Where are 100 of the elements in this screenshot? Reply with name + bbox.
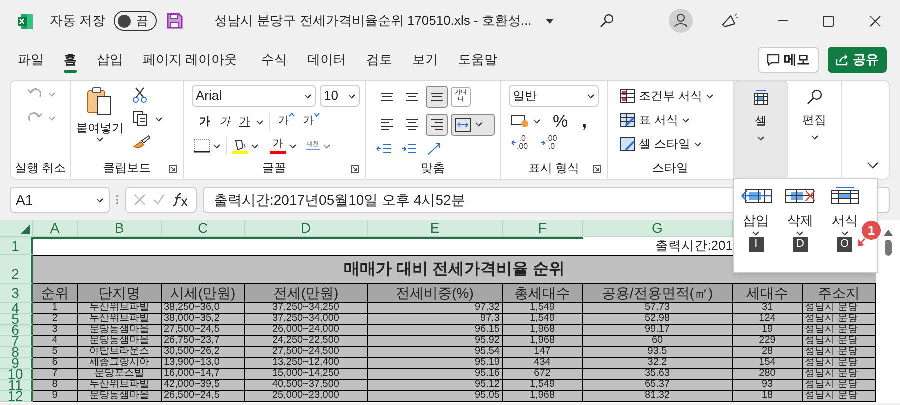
row-header[interactable]: 12 xyxy=(0,391,33,402)
decrease-indent-icon xyxy=(376,142,392,156)
menu-tab[interactable]: 데이터 xyxy=(298,45,357,75)
group-label: 실행 취소 xyxy=(14,160,66,177)
table-cell: 19 xyxy=(733,325,803,336)
menu-tab[interactable]: 수식 xyxy=(252,45,298,75)
menu-tab[interactable]: 도움말 xyxy=(448,45,508,75)
row-header[interactable]: 7 xyxy=(0,336,33,347)
grow-font-button[interactable]: 가 xyxy=(275,113,298,131)
table-cell: 4 xyxy=(33,336,78,347)
increase-decimal-button[interactable]: .0 .00 xyxy=(511,135,528,151)
menu-tab[interactable]: 삽입 xyxy=(87,45,133,75)
row-header[interactable]: 2 xyxy=(0,255,33,284)
function-icon xyxy=(172,193,188,207)
column-heading: 세대수 xyxy=(733,284,803,303)
table-cell: 15,000~14,250 xyxy=(245,369,368,380)
increase-indent-icon xyxy=(401,142,417,156)
down-caret-icon xyxy=(314,113,320,117)
key-tip: I xyxy=(748,236,764,252)
conditional-style-button[interactable]: 조건부 서식 xyxy=(620,87,714,105)
autosave-toggle[interactable]: 끔 xyxy=(114,11,157,31)
caret-icon xyxy=(796,230,804,236)
italic-button[interactable]: 가 xyxy=(216,113,234,131)
column-header[interactable]: A xyxy=(33,220,78,237)
merge-icon xyxy=(455,118,471,132)
table-cell: 124 xyxy=(733,314,803,325)
underline-button[interactable]: 가 xyxy=(236,113,254,131)
merge-button[interactable] xyxy=(451,114,495,136)
font-size-field[interactable]: 10 xyxy=(320,85,360,107)
row-header[interactable]: 3 xyxy=(0,284,33,303)
row-header[interactable]: 6 xyxy=(0,325,33,336)
table-cell: 1,968 xyxy=(503,391,583,402)
editing-button[interactable]: 편집 xyxy=(788,81,841,179)
launcher-icon xyxy=(351,165,359,173)
column-header[interactable]: G xyxy=(583,220,733,237)
callout-arrow-icon xyxy=(858,238,866,246)
table-cell: 95.16 xyxy=(368,369,503,380)
row-header[interactable]: 4 xyxy=(0,303,33,314)
column-header[interactable]: D xyxy=(245,220,368,237)
align-right-button[interactable] xyxy=(426,114,448,136)
menu-tab[interactable]: 페이지 레이아웃 xyxy=(133,45,248,75)
table-style-button[interactable]: 표 서식 xyxy=(620,111,714,129)
cancel-icon xyxy=(134,194,146,206)
table-cell: 95.54 xyxy=(368,347,503,358)
share-icon xyxy=(836,54,849,66)
row-header[interactable]: 11 xyxy=(0,380,33,391)
column-header[interactable]: E xyxy=(368,220,503,237)
column-header[interactable]: F xyxy=(503,220,583,237)
align-left-icon xyxy=(381,118,393,131)
bold-button[interactable]: 가 xyxy=(196,113,214,131)
table-cell: 97.32 xyxy=(368,303,503,314)
font-color-button[interactable]: 가 xyxy=(270,138,286,154)
table-cell: 280 xyxy=(733,369,803,380)
menu-tab[interactable]: 보기 xyxy=(402,45,449,75)
shrink-font-button[interactable]: 가 xyxy=(300,113,323,131)
menu-tab[interactable]: 파일 xyxy=(8,45,54,75)
align-bottom-button[interactable] xyxy=(426,86,448,108)
share-button[interactable]: 공유 xyxy=(828,47,887,73)
dropdown-icon xyxy=(546,18,554,24)
table-cell: 32.2 xyxy=(583,358,733,369)
arrow-icon xyxy=(511,140,517,146)
cell-style-button[interactable]: 셀 스타일 xyxy=(620,135,714,153)
enter-icon xyxy=(152,194,165,206)
scrollbar-thumb[interactable] xyxy=(884,240,892,256)
row-header[interactable]: 8 xyxy=(0,347,33,358)
row-header[interactable]: 10 xyxy=(0,369,33,380)
table-cell: 1,549 xyxy=(503,380,583,391)
table-cell: 13,250~12,400 xyxy=(245,358,368,369)
row-header[interactable]: 5 xyxy=(0,314,33,325)
font-name-field[interactable]: Arial xyxy=(192,85,316,107)
column-heading: 단지명 xyxy=(78,284,162,303)
currency-icon xyxy=(511,114,529,128)
table-cell: 38,000~35,2 xyxy=(162,314,245,325)
menu-tab[interactable]: 검토 xyxy=(356,45,403,75)
autosave-label: 자동 저장 xyxy=(50,12,106,30)
table-cell: 672 xyxy=(503,369,583,380)
paste-button[interactable]: 붙여넣기 xyxy=(75,85,125,157)
name-box[interactable]: A1 xyxy=(10,187,110,213)
row-header[interactable]: 9 xyxy=(0,358,33,369)
column-header[interactable]: C xyxy=(162,220,245,237)
conditional-style-icon xyxy=(620,89,635,103)
caret-icon xyxy=(323,144,331,148)
row-header[interactable]: 1 xyxy=(0,237,33,255)
number-format-field[interactable]: 일반 xyxy=(509,85,599,107)
table-cell: 26,750~23,7 xyxy=(162,336,245,347)
caret-icon xyxy=(682,118,690,122)
column-header[interactable]: B xyxy=(78,220,162,237)
caret-icon xyxy=(256,120,264,124)
table-cell: 65.37 xyxy=(583,380,733,391)
menu-tab[interactable]: 홈 xyxy=(54,45,87,75)
cells-button[interactable]: 셀 xyxy=(734,81,788,179)
decrease-decimal-button[interactable]: .00 .0 xyxy=(540,135,558,151)
paintbrush-icon xyxy=(133,135,151,149)
percent-button[interactable]: % xyxy=(553,112,568,130)
comma-button[interactable]: , xyxy=(582,112,588,130)
memo-button[interactable]: 메모 xyxy=(758,47,819,73)
group-label: 스타일 xyxy=(652,160,688,177)
maximize-icon xyxy=(823,16,834,26)
caret-icon xyxy=(155,116,163,122)
vertical-scrollbar[interactable] xyxy=(876,220,900,403)
